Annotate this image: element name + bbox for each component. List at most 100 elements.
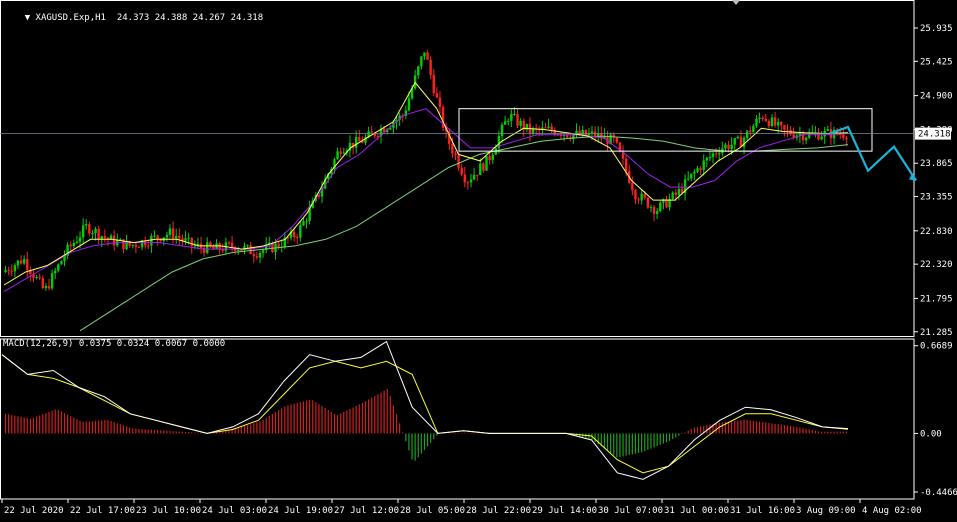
candle-body <box>370 131 373 133</box>
candle-body <box>581 129 584 135</box>
price-tick-label: 25.425 <box>920 57 953 67</box>
candle-body <box>407 98 411 111</box>
candle-body <box>50 273 54 289</box>
candle-body <box>429 59 432 75</box>
candle-body <box>742 137 746 148</box>
candle-body <box>252 254 255 257</box>
candle-body <box>305 220 308 222</box>
slow-moving-average <box>79 135 849 332</box>
price-tick-label: 23.865 <box>920 159 953 169</box>
candle-body <box>299 225 302 238</box>
time-tick-label: 4 Aug 02:00 <box>862 506 922 516</box>
symbol-label: XAGUSD.Exp,H1 <box>35 13 106 23</box>
candle-body <box>457 155 460 168</box>
candle-body <box>764 118 767 121</box>
time-tick-label: 23 Jul 10:00 <box>136 506 201 516</box>
macd-tick-label: -0.4466 <box>920 488 957 498</box>
candle-body <box>69 244 72 247</box>
price-tick-label: 23.355 <box>920 193 953 203</box>
candle-body <box>690 173 693 179</box>
candle-body <box>702 160 705 170</box>
candle-body <box>75 241 79 243</box>
candle-body <box>507 120 510 122</box>
candle-body <box>749 130 752 133</box>
time-tick-label: 27 Jul 12:00 <box>334 506 399 516</box>
candle-body <box>674 192 677 195</box>
candle-body <box>258 252 262 258</box>
candle-body <box>423 52 426 57</box>
candle-body <box>460 167 463 175</box>
candle-body <box>112 235 116 246</box>
macd-histogram <box>4 389 848 461</box>
trading-chart[interactable]: 25.93525.42524.90024.38023.86523.35522.8… <box>0 0 957 518</box>
candle-body <box>296 237 299 239</box>
macd-tick-label: 0.6689 <box>920 342 953 352</box>
candle-body <box>727 144 730 150</box>
candle-body <box>184 238 187 241</box>
candle-body <box>153 235 156 237</box>
candle-body <box>503 121 507 125</box>
chart-canvas[interactable]: 25.93525.42524.90024.38023.86523.35522.8… <box>0 0 957 518</box>
candle-body <box>91 233 94 235</box>
candle-body <box>696 168 699 172</box>
candle-body <box>53 270 57 274</box>
candle-body <box>671 192 674 199</box>
candle-body <box>469 179 473 183</box>
candle-body <box>615 137 619 143</box>
candle-body <box>758 117 761 119</box>
candle-body <box>773 117 777 126</box>
candle-body <box>659 202 662 212</box>
candle-body <box>745 130 749 138</box>
candle-body <box>640 193 643 201</box>
ohlc-label: 24.373 24.388 24.267 24.318 <box>116 13 264 23</box>
candle-body <box>770 117 774 127</box>
candle-body <box>475 174 479 176</box>
candle-body <box>677 188 681 195</box>
candle-body <box>38 277 41 279</box>
candle-body <box>26 259 29 270</box>
candle-body <box>649 206 653 208</box>
candle-body <box>137 246 141 248</box>
time-tick-label: 24 Jul 19:00 <box>268 506 333 516</box>
price-tick-label: 22.320 <box>920 260 953 270</box>
symbol-header: ▼ XAGUSD.Exp,H1 24.373 24.388 24.267 24.… <box>3 3 263 33</box>
candle-body <box>178 235 181 239</box>
candle-body <box>643 193 646 198</box>
candle-body <box>342 152 345 154</box>
candle-body <box>510 114 513 121</box>
candle-body <box>175 235 178 239</box>
macd-tick-label: 0.00 <box>920 429 942 439</box>
time-tick-label: 22 Jul 2020 <box>4 506 64 516</box>
candle-body <box>417 66 420 76</box>
candle-body <box>134 244 138 247</box>
candle-body <box>85 224 88 226</box>
candle-body <box>57 264 60 271</box>
candle-body <box>432 74 435 94</box>
candle-body <box>103 236 107 238</box>
candle-body <box>826 129 830 131</box>
chart-collapse-icon[interactable]: ▼ <box>25 13 36 23</box>
price-tick-label: 22.830 <box>920 227 953 237</box>
candle-body <box>41 278 44 289</box>
candle-body <box>47 286 51 289</box>
candle-body <box>820 136 823 140</box>
candle-body <box>705 157 709 161</box>
macd-label: MACD(12,26,9) 0.0375 0.0324 0.0067 0.000… <box>3 339 226 349</box>
candle-body <box>150 236 153 246</box>
candle-body <box>655 211 659 214</box>
price-tick-label: 25.935 <box>920 24 953 34</box>
candle-body <box>786 129 789 131</box>
candle-body <box>646 197 650 208</box>
candle-body <box>708 157 712 159</box>
candle-body <box>193 245 197 247</box>
candle-body <box>249 245 252 255</box>
candle-body <box>35 277 38 279</box>
candle-body <box>336 151 339 160</box>
candle-body <box>277 243 280 248</box>
candle-body <box>544 127 547 129</box>
candle-body <box>212 246 215 249</box>
candle-body <box>718 153 721 155</box>
candle-body <box>10 271 13 273</box>
candle-body <box>94 228 97 234</box>
macd-signal-line <box>1 354 849 474</box>
